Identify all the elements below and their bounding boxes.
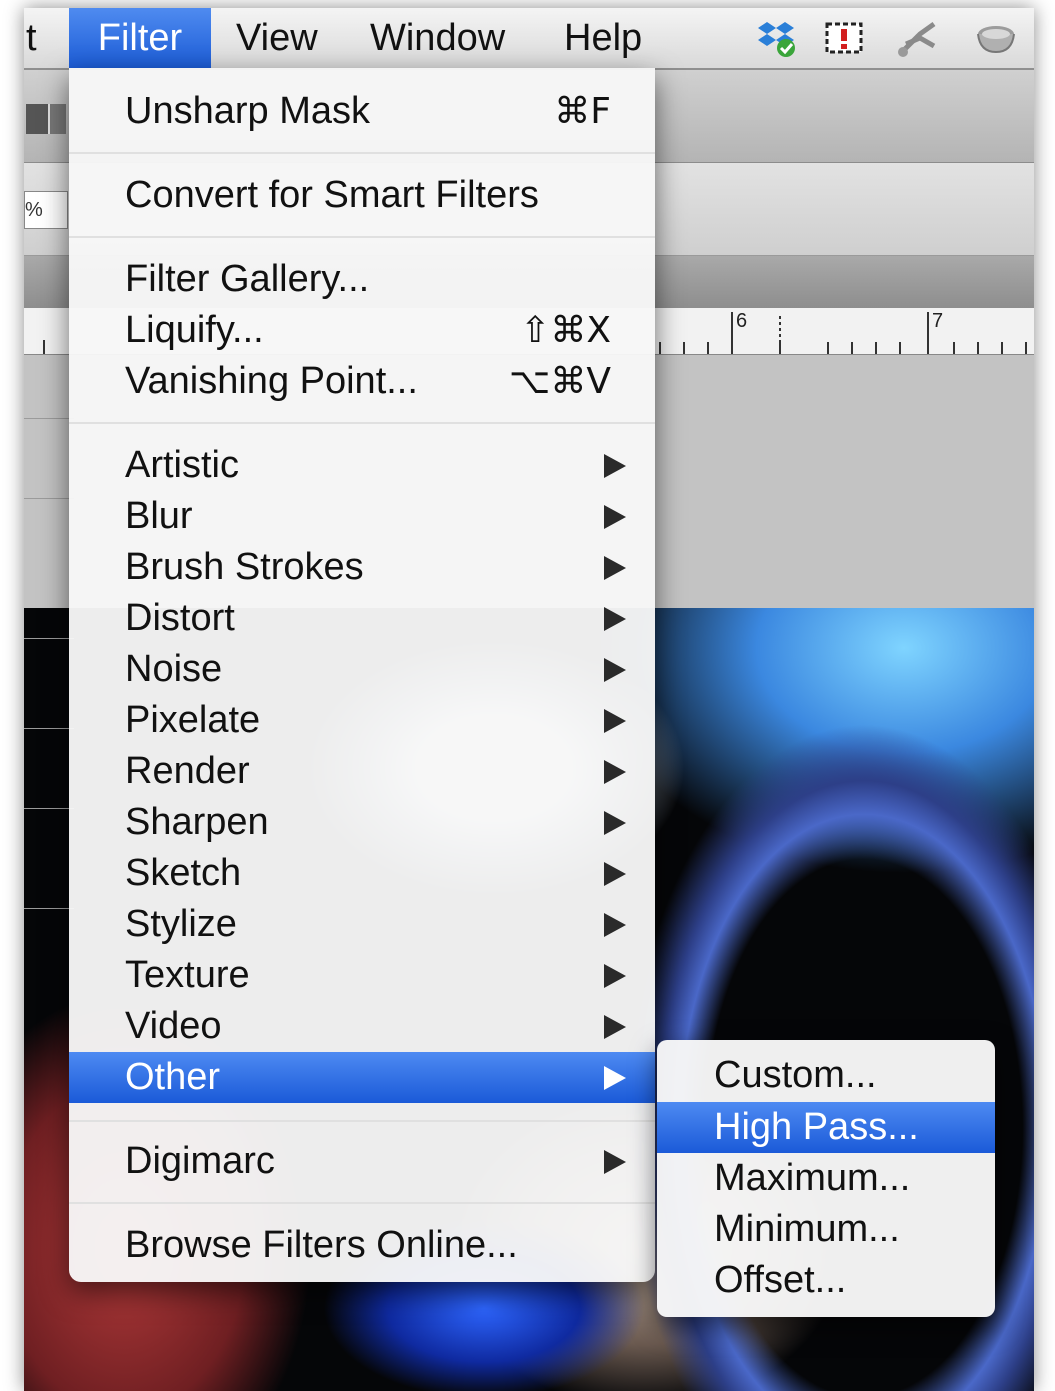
menu-view[interactable]: View <box>236 8 318 68</box>
scissors-icon[interactable] <box>896 18 940 58</box>
submenu-item-label: High Pass... <box>714 1106 919 1148</box>
menu-item-label: Other <box>125 1056 221 1098</box>
menu-item-shortcut: ⌥⌘V <box>508 361 611 402</box>
menu-item-texture[interactable]: Texture <box>69 950 655 1001</box>
menu-item-digimarc[interactable]: Digimarc <box>69 1136 655 1187</box>
menu-item-blur[interactable]: Blur <box>69 491 655 542</box>
submenu-item-high-pass[interactable]: High Pass... <box>657 1102 995 1153</box>
submenu-arrow-icon <box>604 964 626 988</box>
menu-item-shortcut: ⇧⌘X <box>520 310 611 351</box>
menu-filter[interactable]: Filter <box>69 8 211 68</box>
screen-capture-icon[interactable] <box>822 18 866 58</box>
menu-window[interactable]: Window <box>370 8 505 68</box>
submenu-arrow-icon <box>604 505 626 529</box>
submenu-arrow-icon <box>604 913 626 937</box>
menu-item-video[interactable]: Video <box>69 1001 655 1052</box>
menu-item-label: Distort <box>125 597 235 639</box>
submenu-arrow-icon <box>604 811 626 835</box>
menu-item-filter-gallery[interactable]: Filter Gallery... <box>69 254 655 305</box>
submenu-item-label: Maximum... <box>714 1157 911 1199</box>
menu-item-vanishing-point[interactable]: Vanishing Point... ⌥⌘V <box>69 356 655 407</box>
submenu-arrow-icon <box>604 1066 626 1090</box>
menu-item-label: Vanishing Point... <box>125 360 418 402</box>
menu-item-artistic[interactable]: Artistic <box>69 440 655 491</box>
submenu-item-custom[interactable]: Custom... <box>657 1050 995 1101</box>
dropbox-icon[interactable] <box>754 18 798 58</box>
menu-item-label: Liquify... <box>125 309 264 351</box>
menu-item-label: Stylize <box>125 903 237 945</box>
menu-item-liquify[interactable]: Liquify... ⇧⌘X <box>69 305 655 356</box>
menu-item-brush-strokes[interactable]: Brush Strokes <box>69 542 655 593</box>
menu-item-other[interactable]: Other <box>69 1052 655 1103</box>
menu-help[interactable]: Help <box>564 8 642 68</box>
menu-separator <box>69 236 655 238</box>
menu-item-label: Blur <box>125 495 193 537</box>
submenu-arrow-icon <box>604 862 626 886</box>
menu-item-distort[interactable]: Distort <box>69 593 655 644</box>
menu-item-convert-smart-filters[interactable]: Convert for Smart Filters <box>69 170 655 221</box>
zoom-field[interactable]: % <box>24 191 68 229</box>
menu-item-label: Pixelate <box>125 699 261 741</box>
cup-icon[interactable] <box>974 18 1018 58</box>
menu-item-label: Browse Filters Online... <box>125 1224 518 1266</box>
submenu-item-maximum[interactable]: Maximum... <box>657 1153 995 1204</box>
submenu-arrow-icon <box>604 607 626 631</box>
menu-separator <box>69 422 655 424</box>
filter-menu: Unsharp Mask ⌘F Convert for Smart Filter… <box>69 68 655 1282</box>
submenu-item-offset[interactable]: Offset... <box>657 1255 995 1306</box>
submenu-arrow-icon <box>604 1150 626 1174</box>
menu-item-shortcut: ⌘F <box>554 91 611 132</box>
menu-item-noise[interactable]: Noise <box>69 644 655 695</box>
menu-edit[interactable]: t <box>24 8 66 68</box>
menu-separator <box>69 1202 655 1204</box>
submenu-arrow-icon <box>604 556 626 580</box>
menu-item-render[interactable]: Render <box>69 746 655 797</box>
menu-item-browse-filters-online[interactable]: Browse Filters Online... <box>69 1220 655 1271</box>
menu-item-label: Convert for Smart Filters <box>125 174 539 216</box>
menu-item-unsharp-mask[interactable]: Unsharp Mask ⌘F <box>69 86 655 137</box>
submenu-arrow-icon <box>604 709 626 733</box>
menu-item-stylize[interactable]: Stylize <box>69 899 655 950</box>
submenu-item-minimum[interactable]: Minimum... <box>657 1204 995 1255</box>
menu-item-sketch[interactable]: Sketch <box>69 848 655 899</box>
menu-item-label: Noise <box>125 648 223 690</box>
menu-item-pixelate[interactable]: Pixelate <box>69 695 655 746</box>
menu-item-sharpen[interactable]: Sharpen <box>69 797 655 848</box>
other-submenu: Custom... High Pass... Maximum... Minimu… <box>657 1040 995 1317</box>
menu-separator <box>69 1120 655 1122</box>
submenu-item-label: Offset... <box>714 1259 847 1301</box>
menu-bar: t Filter View Window Help <box>24 8 1034 70</box>
menu-item-label: Sharpen <box>125 801 269 843</box>
submenu-arrow-icon <box>604 658 626 682</box>
menu-item-label: Filter Gallery... <box>125 258 370 300</box>
side-panel <box>24 308 74 1108</box>
submenu-arrow-icon <box>604 1015 626 1039</box>
menu-item-label: Unsharp Mask <box>125 90 370 132</box>
workspace-icon[interactable] <box>26 104 66 134</box>
menu-item-label: Digimarc <box>125 1140 275 1182</box>
menu-separator <box>69 152 655 154</box>
submenu-item-label: Minimum... <box>714 1208 900 1250</box>
menu-item-label: Artistic <box>125 444 239 486</box>
menu-item-label: Brush Strokes <box>125 546 364 588</box>
menu-item-label: Video <box>125 1005 222 1047</box>
submenu-item-label: Custom... <box>714 1054 877 1096</box>
menu-item-label: Render <box>125 750 250 792</box>
menu-item-label: Texture <box>125 954 250 996</box>
application-window: % 6 7 t Filter View Window Help Unsharp … <box>24 8 1034 1391</box>
submenu-arrow-icon <box>604 760 626 784</box>
submenu-arrow-icon <box>604 454 626 478</box>
menu-item-label: Sketch <box>125 852 242 894</box>
